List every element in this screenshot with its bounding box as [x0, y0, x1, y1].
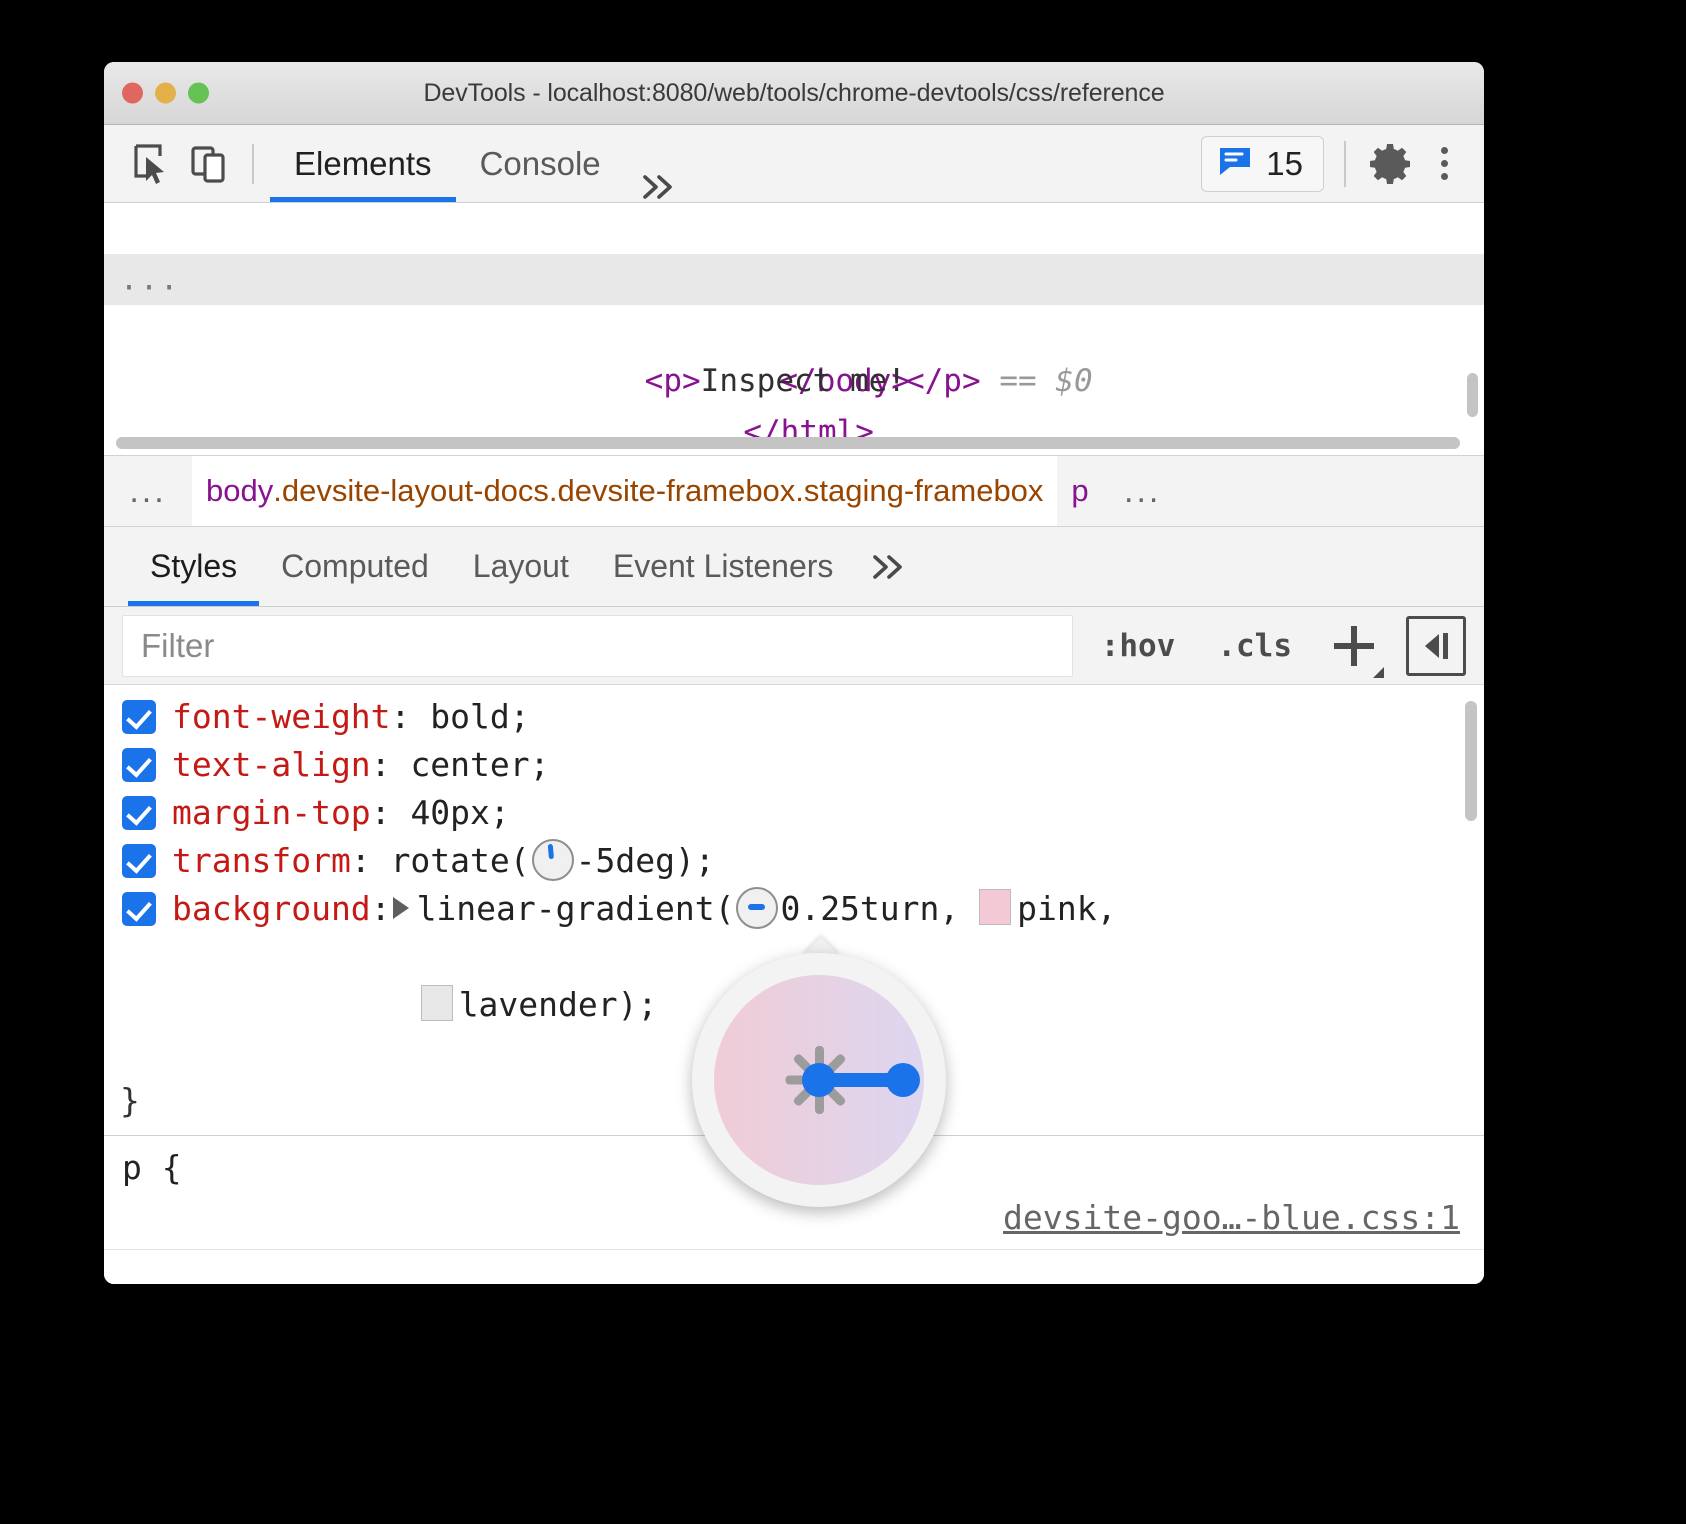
window-title: DevTools - localhost:8080/web/tools/chro…: [104, 79, 1484, 108]
breadcrumb-item-body[interactable]: body.devsite-layout-docs.devsite-framebo…: [192, 456, 1057, 526]
window-titlebar: DevTools - localhost:8080/web/tools/chro…: [104, 62, 1484, 125]
angle-picker-dial[interactable]: [714, 975, 924, 1185]
filter-input[interactable]: Filter: [122, 615, 1073, 677]
property-name[interactable]: margin-top: [172, 793, 371, 832]
dom-tree-panel[interactable]: <style>…</style> ... <p>Inspect me!</p> …: [104, 203, 1484, 455]
color-name-pink[interactable]: pink,: [1017, 889, 1116, 928]
chevron-double-right-icon[interactable]: [625, 172, 691, 202]
plus-icon[interactable]: [1328, 620, 1380, 672]
tab-computed[interactable]: Computed: [259, 527, 451, 606]
toolbar-right-group: 15: [1201, 136, 1464, 192]
property-value[interactable]: bold: [430, 697, 509, 736]
dom-open-tag: <p>: [645, 363, 701, 399]
value-prefix: linear-gradient(: [417, 889, 735, 928]
property-name[interactable]: background: [172, 889, 371, 928]
toolbar-divider-2: [1344, 141, 1346, 187]
declaration-checkbox[interactable]: [122, 748, 156, 782]
styles-vertical-scrollbar[interactable]: [1465, 701, 1477, 821]
color-swatch-lavender[interactable]: [421, 985, 453, 1021]
tab-event-listeners[interactable]: Event Listeners: [591, 527, 856, 606]
property-name[interactable]: text-align: [172, 745, 371, 784]
dom-line-p-selected[interactable]: ... <p>Inspect me!</p> == $0: [104, 254, 1484, 305]
styles-filter-row: Filter :hov .cls: [104, 607, 1484, 685]
dom-line-style[interactable]: <style>…</style>: [104, 203, 1484, 254]
dom-horizontal-scrollbar[interactable]: [116, 437, 1460, 449]
styles-sidebar-tabs: Styles Computed Layout Event Listeners: [104, 527, 1484, 607]
expand-triangle-icon[interactable]: [393, 897, 409, 919]
declaration-background[interactable]: background:linear-gradient(0.25turn, pin…: [104, 885, 1484, 933]
declaration-checkbox[interactable]: [122, 892, 156, 926]
dom-text-node: Inspect me!: [701, 363, 906, 399]
declaration-text-align[interactable]: text-align: center;: [104, 741, 1484, 789]
angle-clock-icon[interactable]: [736, 887, 778, 929]
property-value[interactable]: -5deg);: [576, 841, 715, 880]
screen-root: DevTools - localhost:8080/web/tools/chro…: [0, 0, 1686, 1524]
window-controls[interactable]: [122, 83, 209, 104]
angle-picker-hub: [802, 1063, 836, 1097]
property-name[interactable]: margin: [373, 1244, 492, 1249]
declaration-margin-top[interactable]: margin-top: 40px;: [104, 789, 1484, 837]
breadcrumb-overflow-right[interactable]: ...: [1103, 456, 1183, 526]
declaration-font-weight[interactable]: font-weight: bold;: [104, 693, 1484, 741]
minimize-button[interactable]: [155, 83, 176, 104]
breadcrumb-item-p[interactable]: p: [1057, 456, 1102, 526]
issues-message-icon: [1218, 145, 1252, 182]
cls-toggle-button[interactable]: .cls: [1203, 628, 1306, 664]
value-prefix: rotate(: [391, 841, 530, 880]
declaration-checkbox[interactable]: [122, 844, 156, 878]
property-value[interactable]: center: [410, 745, 529, 784]
tab-styles[interactable]: Styles: [128, 527, 259, 606]
inspect-cursor-icon[interactable]: [128, 140, 176, 188]
angle-picker-knob[interactable]: [886, 1063, 920, 1097]
property-value[interactable]: 40px: [410, 793, 489, 832]
property-name[interactable]: font-weight: [172, 697, 391, 736]
dom-vertical-scrollbar[interactable]: [1467, 373, 1478, 417]
breadcrumb-tag: body: [206, 473, 273, 509]
breadcrumb-overflow-left[interactable]: ...: [104, 456, 192, 526]
hov-toggle-button[interactable]: :hov: [1087, 628, 1190, 664]
gradient-angle[interactable]: 0.25turn,: [780, 889, 979, 928]
issues-button[interactable]: 15: [1201, 136, 1324, 192]
show-sidebar-icon[interactable]: [1406, 616, 1466, 676]
dom-ellipsis-badge[interactable]: ...: [120, 254, 180, 305]
dom-close-tag: </p>: [906, 363, 981, 399]
window-bottom-strip: [104, 1249, 1484, 1284]
device-toolbar-icon[interactable]: [186, 140, 234, 188]
rule-source-link[interactable]: devsite-goo…-blue.css:1: [1003, 1194, 1460, 1242]
devtools-main-toolbar: Elements Console 15: [104, 125, 1484, 203]
angle-picker-popup[interactable]: [692, 953, 946, 1207]
property-value[interactable]: 16px 0;: [538, 1244, 677, 1249]
angle-clock-icon[interactable]: [532, 839, 574, 881]
tab-elements[interactable]: Elements: [270, 125, 456, 202]
breadcrumb-classes: .devsite-layout-docs.devsite-framebox.st…: [273, 473, 1043, 509]
declaration-checkbox[interactable]: [122, 796, 156, 830]
chevron-double-right-icon[interactable]: [855, 552, 921, 582]
zoom-button[interactable]: [188, 83, 209, 104]
kebab-menu-icon[interactable]: [1424, 139, 1464, 189]
declaration-checkbox[interactable]: [122, 700, 156, 734]
gear-icon[interactable]: [1366, 139, 1416, 189]
dom-dollar-zero: == $0: [999, 363, 1092, 399]
declaration-transform[interactable]: transform: rotate(-5deg);: [104, 837, 1484, 885]
tab-layout[interactable]: Layout: [451, 527, 591, 606]
toolbar-divider: [252, 144, 254, 184]
breadcrumb-tag-p: p: [1071, 473, 1088, 509]
breadcrumb: ... body.devsite-layout-docs.devsite-fra…: [104, 455, 1484, 527]
color-name-lavender[interactable]: lavender);: [459, 985, 658, 1024]
property-name[interactable]: transform: [172, 841, 351, 880]
panel-tab-list: Elements Console: [270, 125, 691, 202]
close-button[interactable]: [122, 83, 143, 104]
issues-count: 15: [1266, 145, 1303, 183]
tab-console[interactable]: Console: [456, 125, 625, 202]
color-swatch-pink[interactable]: [979, 889, 1011, 925]
